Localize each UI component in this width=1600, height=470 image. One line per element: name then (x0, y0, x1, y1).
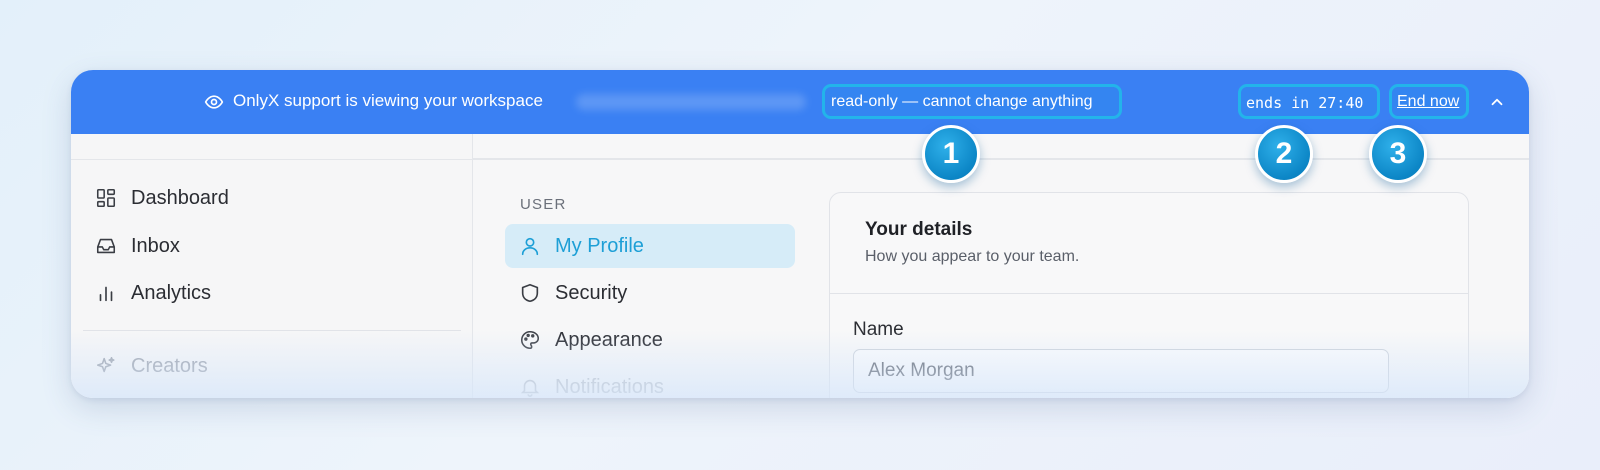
bar-chart-icon (99, 286, 113, 302)
end-now-highlight[interactable]: End now (1389, 84, 1469, 119)
card-title: Your details (865, 219, 973, 240)
settings-main: USER My Profile Security Appearance Noti… (473, 134, 1529, 398)
name-field[interactable] (853, 349, 1389, 393)
sidebar-item-label: Creators (131, 354, 208, 377)
card-subtitle: How you appear to your team. (865, 248, 1080, 265)
settings-section-label: USER (520, 196, 567, 213)
session-timer: ends in 27:40 (1246, 94, 1364, 112)
sidebar-item-label: Analytics (131, 281, 212, 304)
settings-nav-notifications[interactable]: Notifications (505, 365, 795, 398)
session-timer-highlight: ends in 27:40 (1238, 84, 1380, 119)
end-now-link[interactable]: End now (1397, 93, 1459, 111)
sidebar-item-label: Inbox (131, 234, 180, 257)
settings-nav-appearance[interactable]: Appearance (505, 318, 795, 362)
eye-icon (204, 95, 224, 109)
support-session-banner: OnlyX support is viewing your workspace … (71, 70, 1529, 134)
redacted-text (576, 94, 806, 110)
dashboard-grid-icon (96, 188, 116, 208)
sidebar-header (71, 134, 472, 160)
sidebar-item-analytics[interactable]: Analytics (95, 275, 455, 311)
app-window: OnlyX support is viewing your workspace … (71, 70, 1529, 398)
callout-badge-3: 3 (1369, 125, 1427, 183)
user-icon (521, 237, 539, 256)
readonly-highlight: read-only — cannot change anything (822, 84, 1122, 119)
sidebar-item-creators[interactable]: Creators (95, 348, 455, 384)
palette-icon (521, 330, 540, 350)
banner-message: OnlyX support is viewing your workspace (233, 91, 543, 110)
sidebar-item-dashboard[interactable]: Dashboard (95, 180, 455, 216)
settings-nav-label: Appearance (555, 328, 663, 351)
sparkle-icon (96, 356, 115, 373)
callout-badge-2: 2 (1255, 125, 1313, 183)
name-label: Name (853, 319, 904, 340)
settings-nav-label: My Profile (555, 234, 644, 257)
app-sidebar: Dashboard Inbox Analytics Creators (71, 134, 473, 398)
sidebar-item-inbox[interactable]: Inbox (95, 228, 455, 264)
settings-nav-security[interactable]: Security (505, 271, 795, 315)
your-details-card: Your details How you appear to your team… (829, 192, 1469, 398)
sidebar-divider (83, 330, 461, 331)
readonly-note: read-only — cannot change anything (831, 93, 1093, 110)
sidebar-item-label: Dashboard (131, 186, 229, 209)
shield-icon (521, 283, 539, 303)
settings-nav-label: Security (555, 281, 628, 304)
chevron-up-icon[interactable] (1488, 93, 1506, 111)
card-divider (830, 293, 1468, 294)
callout-badge-1: 1 (922, 125, 980, 183)
settings-nav-label: Notifications (555, 375, 664, 398)
inbox-tray-icon (96, 238, 116, 254)
settings-nav-my-profile[interactable]: My Profile (505, 224, 795, 268)
bell-icon (520, 379, 540, 397)
